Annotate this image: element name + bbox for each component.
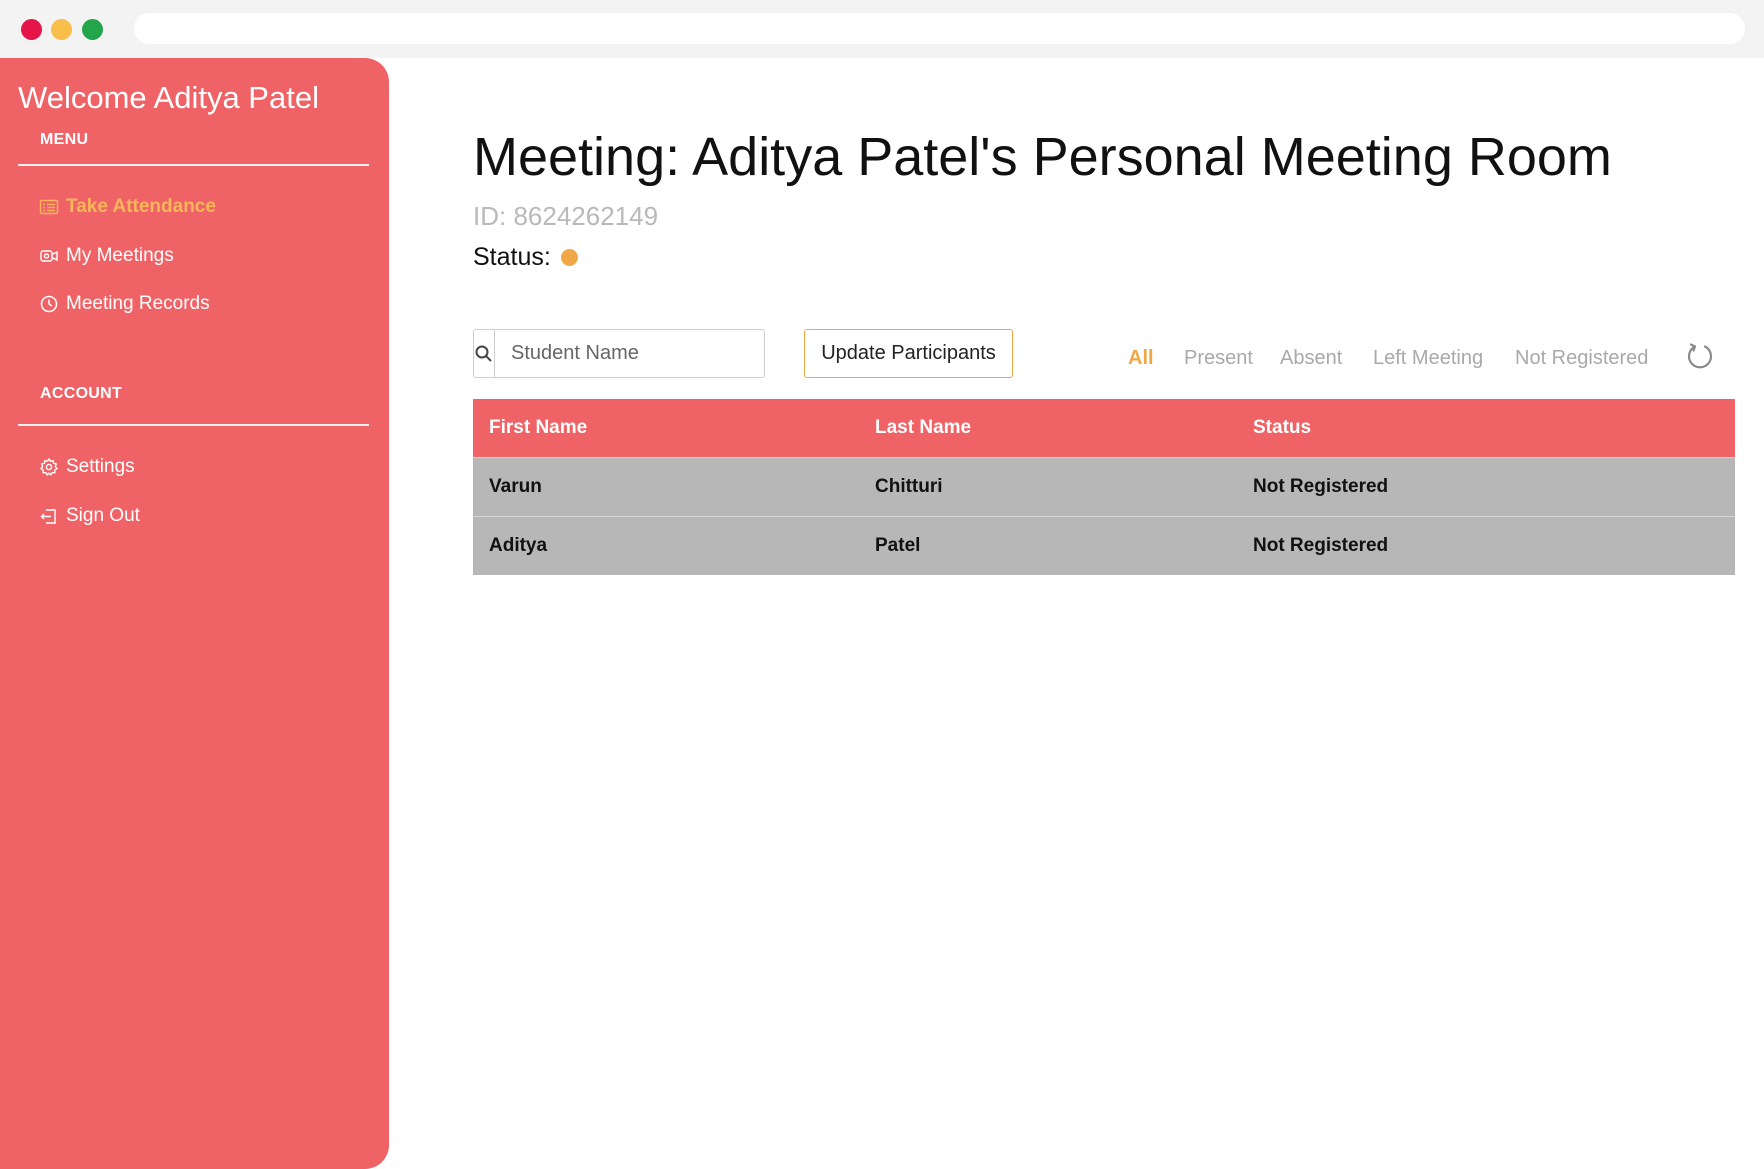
first-name-cell: Varun [489, 476, 542, 497]
main-content: Meeting: Aditya Patel's Personal Meeting… [389, 58, 1764, 1169]
filter-present[interactable]: Present [1184, 347, 1253, 370]
sidebar-item-label: My Meetings [66, 245, 174, 266]
status-cell: Not Registered [1253, 476, 1389, 497]
sidebar-item-take-attendance[interactable]: Take Attendance [38, 192, 216, 222]
account-section-label: ACCOUNT [40, 385, 123, 402]
clock-icon [38, 293, 60, 315]
meeting-title: Meeting: Aditya Patel's Personal Meeting… [473, 127, 1612, 187]
sign-out-icon [38, 505, 60, 527]
address-bar[interactable] [134, 13, 1745, 44]
filter-all[interactable]: All [1128, 347, 1154, 370]
meeting-status: Status: [473, 243, 578, 272]
meeting-id: ID: 8624262149 [473, 201, 659, 231]
table-header-row: First Name Last Name Status [473, 399, 1735, 457]
sidebar-item-label: Meeting Records [66, 293, 210, 314]
browser-titlebar [0, 0, 1764, 58]
account-divider [18, 424, 369, 426]
sidebar-item-my-meetings[interactable]: My Meetings [38, 241, 174, 271]
participants-table: First Name Last Name Status Varun Chittu… [473, 399, 1735, 575]
sidebar: Welcome Aditya Patel MENU Take Attendanc… [0, 58, 389, 1169]
sidebar-item-meeting-records[interactable]: Meeting Records [38, 289, 210, 319]
filter-absent[interactable]: Absent [1280, 347, 1342, 370]
last-name-cell: Patel [875, 535, 921, 556]
close-window-button[interactable] [21, 19, 42, 40]
status-label: Status: [473, 243, 551, 271]
sidebar-item-settings[interactable]: Settings [38, 452, 135, 482]
list-icon [38, 196, 60, 218]
column-header-last-name[interactable]: Last Name [875, 417, 971, 439]
status-indicator-dot [560, 249, 578, 266]
sidebar-item-label: Settings [66, 456, 135, 477]
last-name-cell: Chitturi [875, 476, 943, 497]
column-header-first-name[interactable]: First Name [489, 417, 587, 439]
welcome-heading: Welcome Aditya Patel [18, 80, 319, 115]
column-header-status[interactable]: Status [1253, 417, 1311, 439]
menu-section-label: MENU [40, 131, 89, 148]
minimize-window-button[interactable] [51, 19, 72, 40]
filter-left-meeting[interactable]: Left Meeting [1373, 347, 1483, 370]
sidebar-item-label: Sign Out [66, 505, 140, 526]
table-row[interactable]: Aditya Patel Not Registered [473, 516, 1735, 575]
menu-divider [18, 164, 369, 166]
filter-not-registered[interactable]: Not Registered [1515, 347, 1648, 370]
status-cell: Not Registered [1253, 535, 1389, 556]
sidebar-item-sign-out[interactable]: Sign Out [38, 501, 140, 531]
page: Welcome Aditya Patel MENU Take Attendanc… [0, 58, 1764, 1169]
status-filter-tabs: All Present Absent Left Meeting Not Regi… [389, 347, 1764, 377]
sidebar-item-label: Take Attendance [66, 196, 216, 217]
video-camera-icon [38, 245, 60, 267]
maximize-window-button[interactable] [82, 19, 103, 40]
gear-icon [38, 456, 60, 478]
table-row[interactable]: Varun Chitturi Not Registered [473, 457, 1735, 516]
browser-window: Welcome Aditya Patel MENU Take Attendanc… [0, 0, 1764, 1169]
first-name-cell: Aditya [489, 535, 548, 556]
refresh-icon[interactable] [1684, 340, 1716, 372]
